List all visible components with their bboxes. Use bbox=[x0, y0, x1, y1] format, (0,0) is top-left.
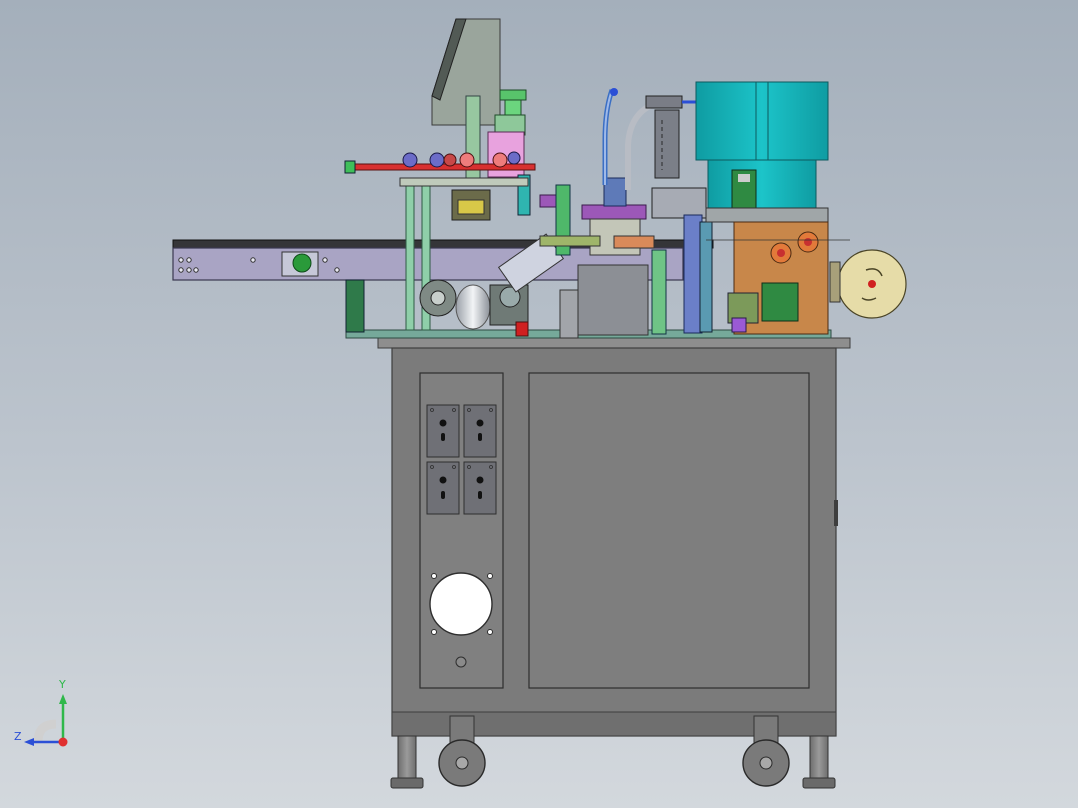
coordinate-triad[interactable]: Y Z bbox=[10, 678, 90, 760]
y-axis-arrow bbox=[59, 694, 67, 704]
wire-reel bbox=[829, 249, 907, 319]
y-axis-label: Y bbox=[59, 678, 66, 691]
z-axis-label: Z bbox=[14, 730, 22, 743]
rod-shafts bbox=[344, 151, 536, 187]
cad-viewport[interactable]: Y Z bbox=[0, 0, 1078, 808]
triad-axes bbox=[24, 694, 68, 747]
vibratory-feeder-bowl bbox=[695, 81, 829, 209]
feeder-block bbox=[705, 207, 850, 335]
x-axis-dot bbox=[58, 737, 68, 747]
drive-roller bbox=[419, 279, 529, 330]
machine-3d-model[interactable] bbox=[0, 0, 1078, 808]
z-axis-arrow bbox=[24, 738, 34, 746]
cabinet-frame bbox=[377, 337, 851, 737]
